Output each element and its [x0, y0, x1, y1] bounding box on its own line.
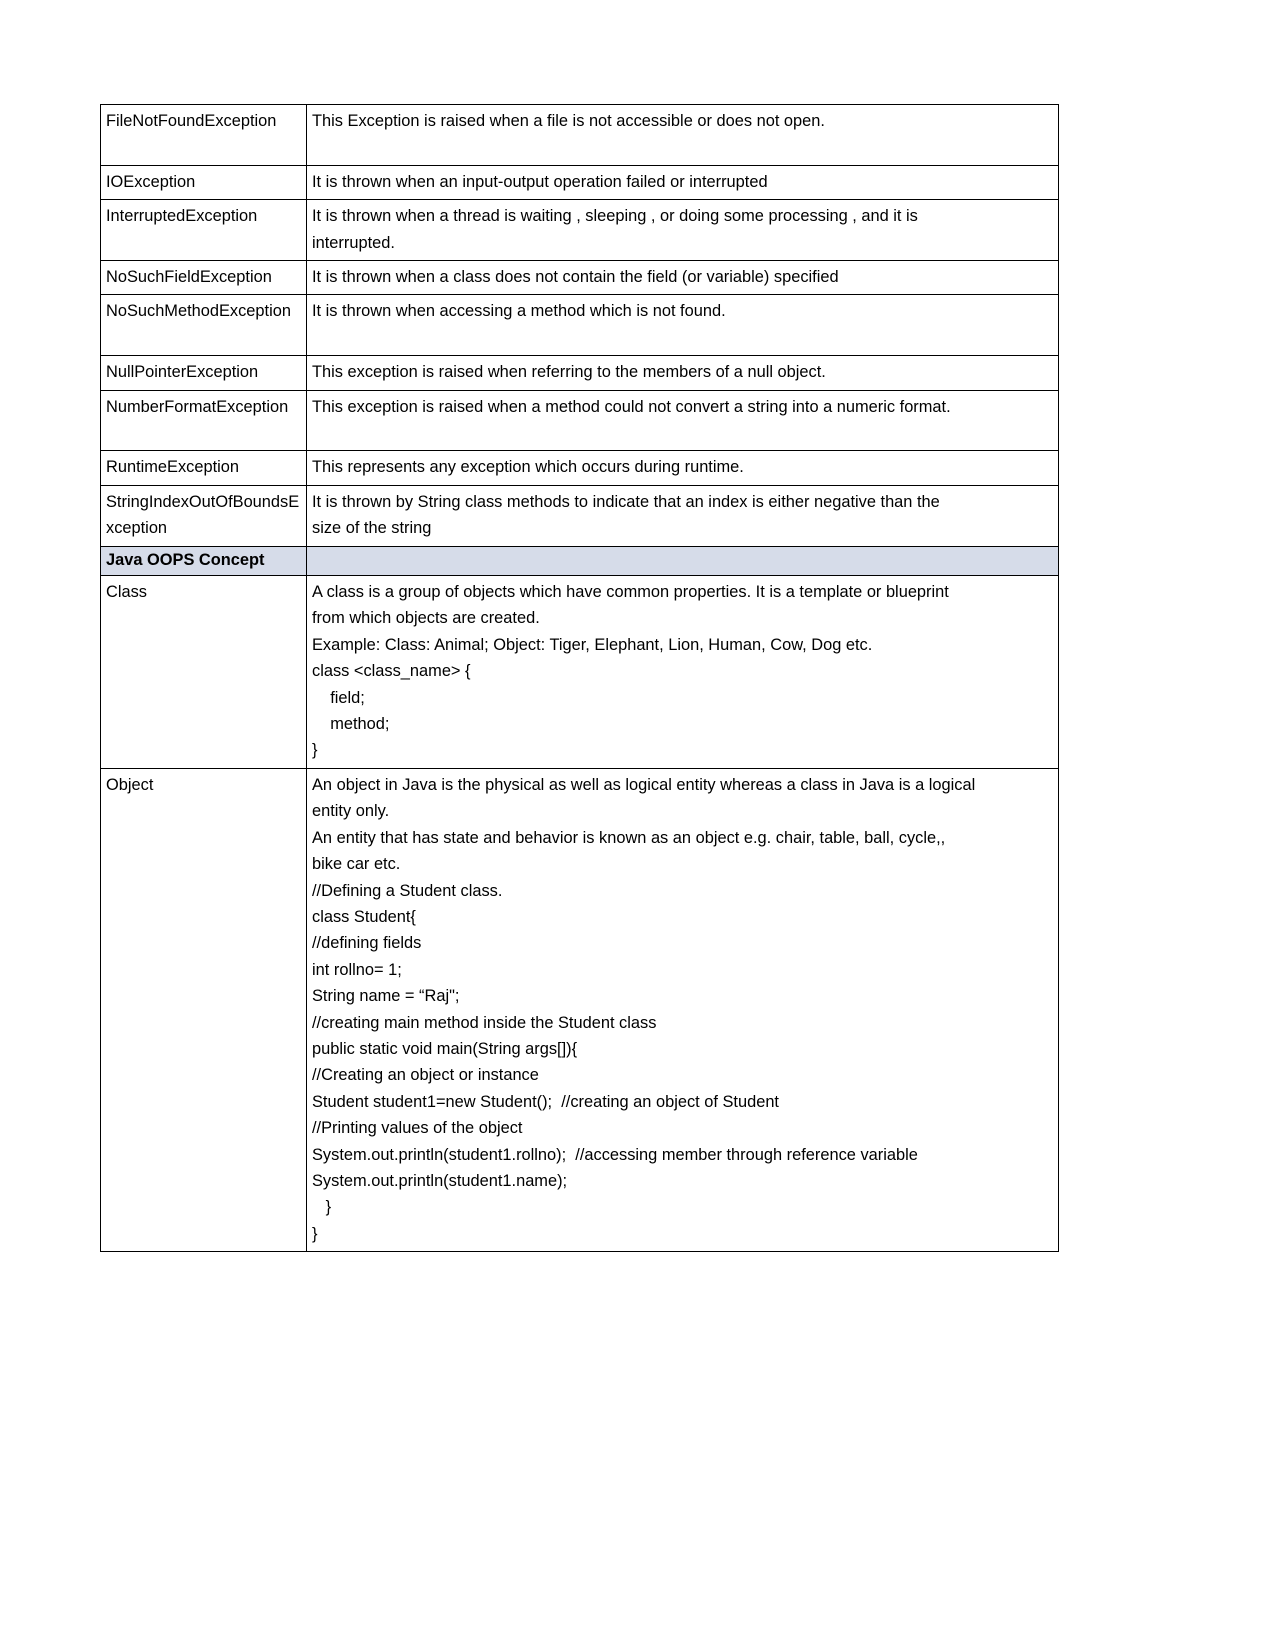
- term-name: StringIndexOutOfBoundsException: [100, 484, 307, 547]
- term-name: Class: [100, 575, 307, 769]
- description-line: //Creating an object or instance: [312, 1066, 539, 1085]
- term-description: This represents any exception which occu…: [306, 450, 1059, 486]
- description-lines: It is thrown by String class methods to …: [312, 489, 1054, 542]
- term-name: NoSuchMethodException: [100, 294, 307, 357]
- term-description: This exception is raised when referring …: [306, 355, 1059, 391]
- description-lines: A class is a group of objects which have…: [312, 579, 1054, 764]
- description-line: //creating main method inside the Studen…: [312, 1013, 657, 1032]
- term-description: It is thrown when accessing a method whi…: [306, 294, 1059, 357]
- term-description: A class is a group of objects which have…: [306, 575, 1059, 769]
- table-row: FileNotFoundException This Exception is r…: [100, 104, 1059, 166]
- description-line: It is thrown by String class methods to …: [312, 492, 940, 511]
- table-row: Object An object in Java is the physical …: [100, 767, 1059, 1253]
- table-body: FileNotFoundException This Exception is r…: [100, 104, 1059, 1253]
- term-description: This Exception is raised when a file is …: [306, 104, 1059, 166]
- description-line: It is thrown when a thread is waiting , …: [312, 207, 918, 226]
- description-line: [312, 325, 1054, 351]
- description-lines: It is thrown when a thread is waiting , …: [312, 203, 1054, 256]
- description-line: It is thrown when an input-output operat…: [312, 172, 768, 191]
- description-line: size of the string: [312, 519, 432, 538]
- term-name: InterruptedException: [100, 199, 307, 262]
- table-row: InterruptedException It is thrown when a …: [100, 199, 1059, 262]
- term-description: It is thrown when a class does not conta…: [306, 260, 1059, 296]
- description-line: class Student{: [312, 907, 416, 926]
- description-line: An object in Java is the physical as wel…: [312, 775, 976, 794]
- description-lines: It is thrown when a class does not conta…: [312, 264, 1054, 290]
- description-line: bike car etc.: [312, 855, 401, 874]
- description-line: //Printing values of the object: [312, 1119, 523, 1138]
- description-line: It is thrown when accessing a method whi…: [312, 302, 726, 321]
- term-name: NoSuchFieldException: [100, 260, 307, 296]
- description-lines: An object in Java is the physical as wel…: [312, 772, 1054, 1247]
- description-line: int rollno= 1;: [312, 960, 402, 979]
- description-line: This exception is raised when a method c…: [312, 397, 951, 416]
- description-lines: [312, 548, 1054, 574]
- description-line: System.out.println(student1.name);: [312, 1171, 568, 1190]
- description-line: }: [312, 1224, 318, 1243]
- table-row: Class A class is a group of objects which…: [100, 575, 1059, 769]
- description-line: from which objects are created.: [312, 609, 540, 628]
- term-description: It is thrown by String class methods to …: [306, 484, 1059, 547]
- section-header-spacer: [306, 545, 1059, 577]
- table-row: IOException It is thrown when an input-ou…: [100, 164, 1059, 201]
- section-header-row: Java OOPS Concept: [100, 545, 1059, 577]
- description-lines: This represents any exception which occu…: [312, 454, 1054, 480]
- description-line: Student student1=new Student(); //creati…: [312, 1092, 779, 1111]
- description-lines: It is thrown when an input-output operat…: [312, 169, 1054, 195]
- description-line: }: [312, 1198, 332, 1217]
- table-row: NoSuchMethodException It is thrown when a…: [100, 294, 1059, 357]
- term-name: Object: [100, 767, 307, 1253]
- term-description: An object in Java is the physical as wel…: [306, 767, 1059, 1253]
- description-line: This exception is raised when referring …: [312, 363, 826, 382]
- table-row: NumberFormatException This exception is r…: [100, 389, 1059, 452]
- description-line: It is thrown when a class does not conta…: [312, 268, 839, 287]
- term-description: This exception is raised when a method c…: [306, 389, 1059, 452]
- description-line: String name = “Raj";: [312, 987, 460, 1006]
- description-line: An entity that has state and behavior is…: [312, 828, 946, 847]
- term-description: It is thrown when an input-output operat…: [306, 164, 1059, 201]
- description-line: //defining fields: [312, 934, 422, 953]
- term-name: NullPointerException: [100, 355, 307, 391]
- description-line: interrupted.: [312, 233, 395, 252]
- document-page: FileNotFoundException This Exception is r…: [0, 0, 1275, 1650]
- description-line: class <class_name> {: [312, 662, 471, 681]
- description-line: System.out.println(student1.rollno); //a…: [312, 1145, 918, 1164]
- term-name: RuntimeException: [100, 450, 307, 486]
- description-line: This represents any exception which occu…: [312, 458, 744, 477]
- description-lines: It is thrown when accessing a method whi…: [312, 298, 1054, 351]
- term-name: FileNotFoundException: [100, 104, 307, 166]
- term-name: NumberFormatException: [100, 389, 307, 452]
- description-lines: This exception is raised when referring …: [312, 359, 1054, 385]
- description-line: [312, 420, 1054, 446]
- table-row: NullPointerException This exception is ra…: [100, 355, 1059, 391]
- description-line: [312, 548, 1054, 574]
- term-description: It is thrown when a thread is waiting , …: [306, 199, 1059, 262]
- description-line: }: [312, 741, 318, 760]
- table-row: StringIndexOutOfBoundsException It is thr…: [100, 484, 1059, 547]
- description-lines: This exception is raised when a method c…: [312, 394, 1054, 447]
- description-line: //Defining a Student class.: [312, 881, 503, 900]
- description-line: public static void main(String args[]){: [312, 1039, 578, 1058]
- description-line: method;: [312, 715, 390, 734]
- description-line: This Exception is raised when a file is …: [312, 112, 825, 130]
- description-line: [312, 134, 1054, 160]
- description-line: entity only.: [312, 802, 390, 821]
- section-header-label: Java OOPS Concept: [100, 545, 307, 577]
- table-row: NoSuchFieldException It is thrown when a …: [100, 260, 1059, 296]
- description-lines: This Exception is raised when a file is …: [312, 108, 1054, 161]
- description-line: A class is a group of objects which have…: [312, 583, 949, 602]
- term-name: IOException: [100, 164, 307, 201]
- java-reference-table: FileNotFoundException This Exception is r…: [100, 104, 1059, 1253]
- description-line: Example: Class: Animal; Object: Tiger, E…: [312, 635, 873, 654]
- table-row: RuntimeException This represents any exce…: [100, 450, 1059, 486]
- description-line: field;: [312, 688, 365, 707]
